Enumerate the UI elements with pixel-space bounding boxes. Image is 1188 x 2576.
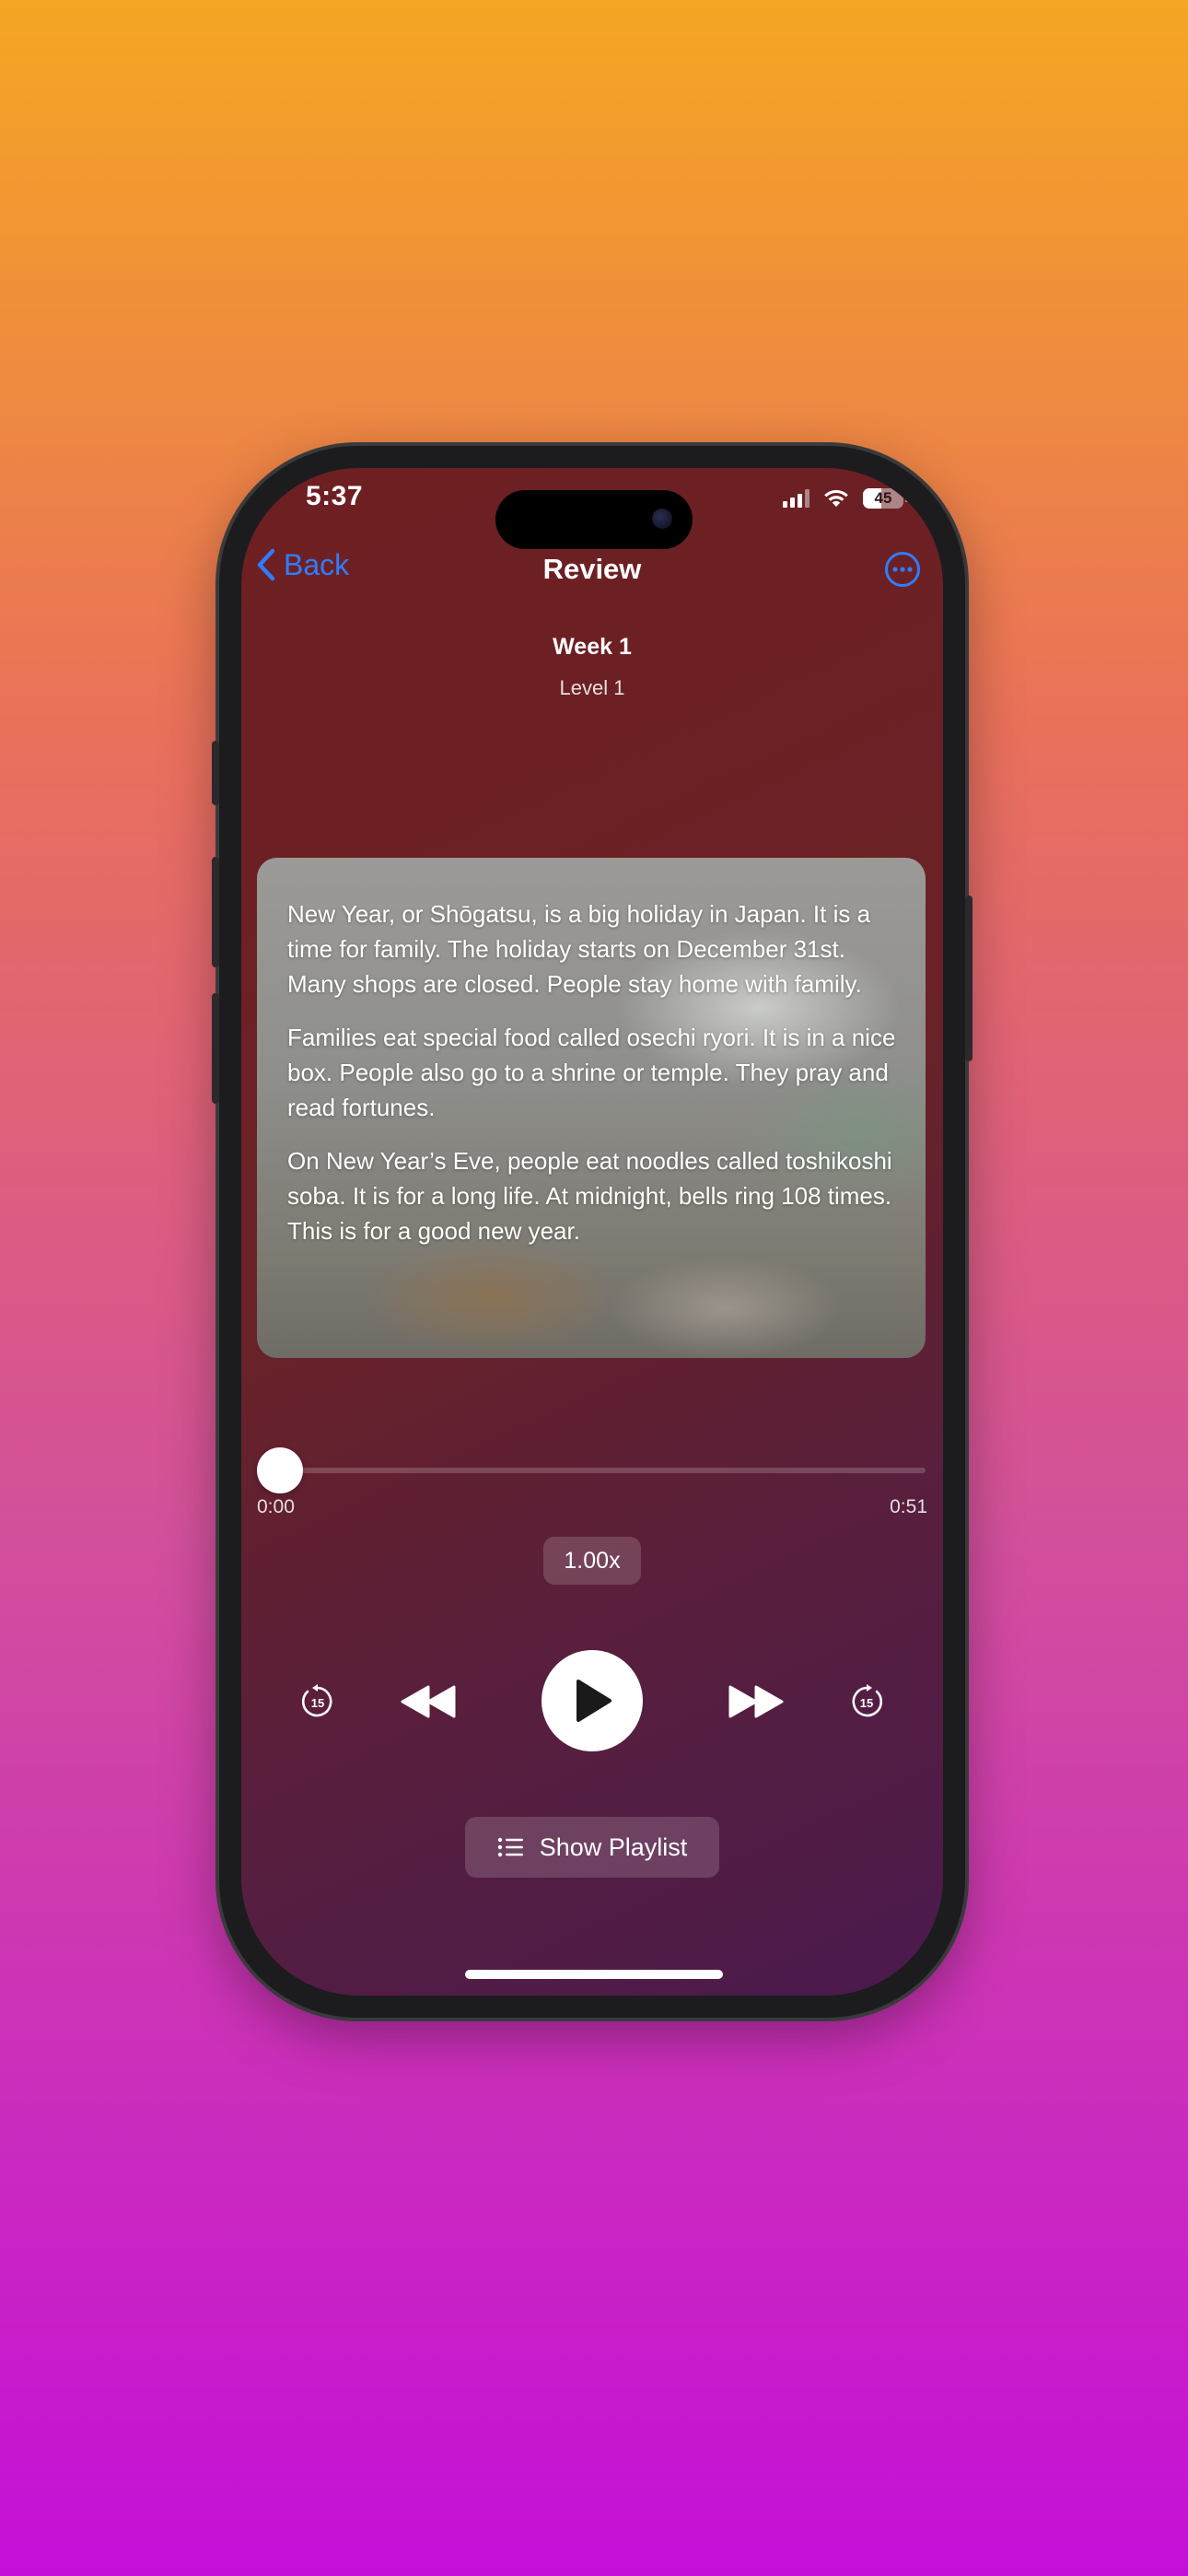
action-button <box>212 741 219 805</box>
backward-icon <box>401 1685 456 1718</box>
skip-forward-button[interactable]: 15 <box>844 1679 890 1725</box>
battery-cap <box>905 495 908 502</box>
more-options-button[interactable] <box>884 551 921 588</box>
page-title: Review <box>542 553 642 585</box>
playback-speed-button[interactable]: 1.00x <box>543 1537 641 1585</box>
gobackward-15-icon: 15 <box>301 1684 332 1717</box>
forward-icon <box>728 1685 784 1718</box>
power-button <box>965 896 973 1061</box>
rewind-button[interactable] <box>396 1679 460 1725</box>
phone-frame: 5:37 45 Back Review Week 1 Level 1 New Y… <box>212 446 973 2018</box>
battery-icon: 45 <box>863 488 903 509</box>
lesson-week: Week 1 <box>553 634 632 660</box>
ellipsis-circle-icon <box>885 552 920 587</box>
dynamic-island <box>495 490 693 549</box>
playback-scrubber[interactable] <box>257 1447 926 1493</box>
show-playlist-button[interactable]: Show Playlist <box>465 1817 719 1878</box>
fast-forward-button[interactable] <box>724 1679 788 1725</box>
show-playlist-label: Show Playlist <box>539 1832 688 1861</box>
volume-down-button <box>212 993 219 1104</box>
play-icon <box>577 1680 611 1722</box>
play-button[interactable] <box>542 1650 643 1751</box>
total-duration: 0:51 <box>890 1496 927 1517</box>
reading-paragraph: Families eat special food called osechi … <box>287 1024 896 1121</box>
reading-paragraph: On New Year’s Eve, people eat noodles ca… <box>287 1147 892 1245</box>
battery-level: 45 <box>874 489 892 507</box>
lesson-level: Level 1 <box>559 676 625 699</box>
scrubber-thumb[interactable] <box>257 1447 303 1493</box>
app-screen: 5:37 45 Back Review Week 1 Level 1 New Y… <box>241 468 943 1996</box>
status-indicators: 45 <box>783 488 908 509</box>
cellular-signal-icon <box>783 489 809 508</box>
reading-paragraph: New Year, or Shōgatsu, is a big holiday … <box>287 900 871 998</box>
volume-up-button <box>212 857 219 967</box>
skip-back-seconds: 15 <box>311 1696 324 1710</box>
status-time: 5:37 <box>306 481 364 511</box>
skip-back-button[interactable]: 15 <box>295 1679 341 1725</box>
home-indicator[interactable] <box>465 1970 723 1979</box>
front-camera <box>652 509 672 529</box>
reading-card: New Year, or Shōgatsu, is a big holiday … <box>257 858 926 1358</box>
wifi-icon <box>824 489 848 507</box>
elapsed-time: 0:00 <box>257 1496 295 1517</box>
goforward-15-icon: 15 <box>852 1684 883 1717</box>
list-bullet-icon <box>497 1837 523 1857</box>
reading-text: New Year, or Shōgatsu, is a big holiday … <box>287 896 900 1267</box>
skip-forward-seconds: 15 <box>860 1696 873 1710</box>
